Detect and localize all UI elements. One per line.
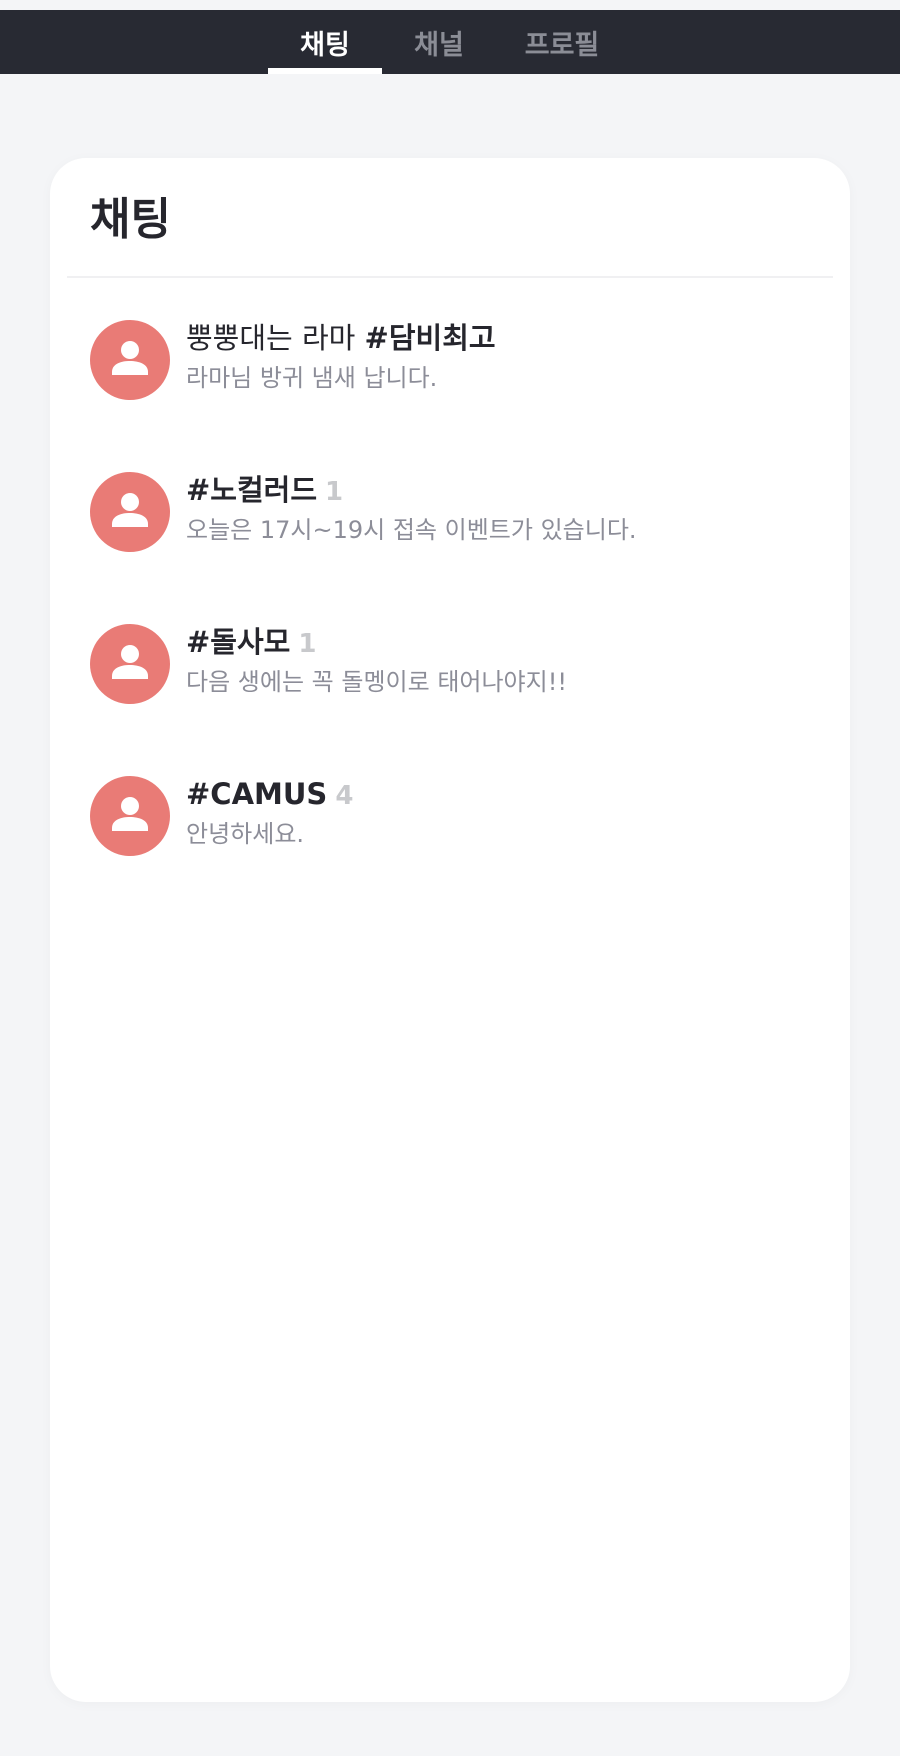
- chat-name-tag: #CAMUS: [186, 777, 328, 811]
- user-avatar-icon: [90, 776, 170, 856]
- chat-list-item[interactable]: #돌사모 1 다음 생에는 꼭 돌멩이로 태어나야지!!: [90, 624, 810, 706]
- chat-list-card: 채팅 뿡뿡대는 라마 #담비최고 라마님 방귀 냄새 납니다. #노컬러드 1 오…: [50, 158, 850, 1702]
- chat-preview: 안녕하세요.: [186, 820, 305, 848]
- chat-name: #돌사모 1: [186, 624, 316, 662]
- tab-profile-label: 프로필: [524, 29, 600, 61]
- chat-name: #CAMUS 4: [186, 776, 353, 814]
- tab-channel[interactable]: 채널: [396, 10, 482, 74]
- chat-name: #노컬러드 1: [186, 472, 343, 510]
- chat-name-tag: #돌사모: [186, 625, 291, 659]
- chat-list-item[interactable]: #CAMUS 4 안녕하세요.: [90, 776, 810, 858]
- top-strip: [0, 0, 900, 10]
- page-title: 채팅: [90, 194, 171, 245]
- unread-count: 1: [325, 477, 344, 507]
- top-navbar: 채팅 채널 프로필: [0, 10, 900, 74]
- chat-preview: 다음 생에는 꼭 돌멩이로 태어나야지!!: [186, 668, 567, 696]
- tab-active-indicator: [268, 68, 382, 74]
- unread-count: 1: [298, 629, 317, 659]
- chat-preview: 오늘은 17시~19시 접속 이벤트가 있습니다.: [186, 516, 637, 544]
- chat-name-tag: #담비최고: [364, 321, 496, 355]
- chat-preview: 라마님 방귀 냄새 납니다.: [186, 364, 438, 392]
- tab-chat[interactable]: 채팅: [268, 10, 382, 74]
- unread-count: 4: [335, 781, 354, 811]
- chat-name: 뿡뿡대는 라마 #담비최고: [186, 320, 504, 358]
- user-avatar-icon: [90, 472, 170, 552]
- chat-list-item[interactable]: #노컬러드 1 오늘은 17시~19시 접속 이벤트가 있습니다.: [90, 472, 810, 554]
- chat-list-item[interactable]: 뿡뿡대는 라마 #담비최고 라마님 방귀 냄새 납니다.: [90, 320, 810, 402]
- tab-chat-label: 채팅: [300, 29, 350, 61]
- user-avatar-icon: [90, 320, 170, 400]
- user-avatar-icon: [90, 624, 170, 704]
- title-divider: [67, 276, 833, 278]
- chat-name-tag: #노컬러드: [186, 473, 318, 507]
- tab-channel-label: 채널: [414, 29, 464, 61]
- tab-profile[interactable]: 프로필: [512, 10, 612, 74]
- chat-name-plain: 뿡뿡대는 라마: [186, 321, 365, 355]
